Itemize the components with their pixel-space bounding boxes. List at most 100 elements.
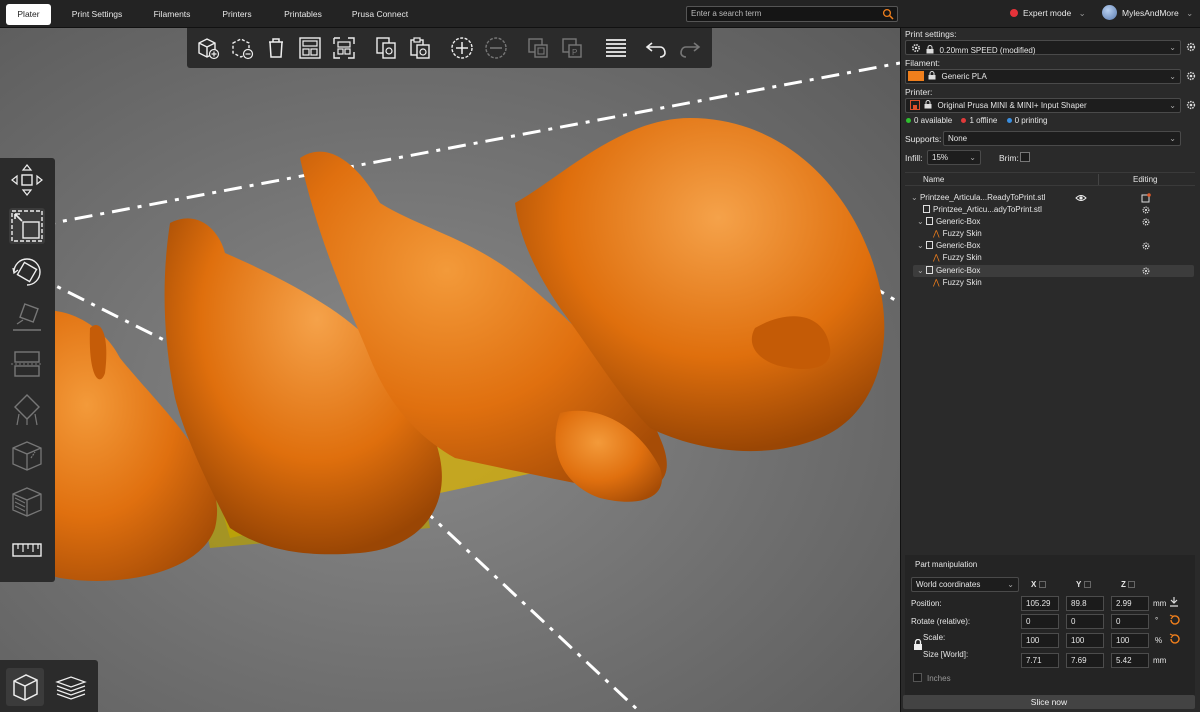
modifier-label: Generic-Box xyxy=(935,241,981,250)
redo-icon[interactable] xyxy=(677,35,703,61)
rotate-label: Rotate (relative): xyxy=(911,617,971,626)
supports-value: None xyxy=(948,134,968,143)
scene-canvas[interactable] xyxy=(0,28,900,712)
drop-to-bed-icon[interactable] xyxy=(1169,596,1179,607)
chevron-down-icon: ⌄ xyxy=(917,266,924,275)
paste-icon[interactable] xyxy=(407,35,433,61)
mode-selector[interactable]: Expert mode ⌄ xyxy=(1010,8,1086,19)
gear-icon[interactable] xyxy=(1141,205,1151,215)
copy-icon[interactable] xyxy=(373,35,399,61)
scale-icon[interactable] xyxy=(9,208,45,244)
slice-now-button[interactable]: Slice now xyxy=(903,695,1195,709)
supports-paint-icon[interactable] xyxy=(9,392,45,428)
setting-label: Fuzzy Skin xyxy=(942,229,982,238)
filament-gear-icon[interactable] xyxy=(1185,70,1197,82)
eye-icon[interactable] xyxy=(1075,194,1087,202)
part-manipulation-panel: Part manipulation World coordinates ⌄ X … xyxy=(905,555,1195,705)
rotate-y-field[interactable]: 0 xyxy=(1066,614,1104,629)
print-settings-gear-icon[interactable] xyxy=(1185,41,1197,53)
rotate-x-field[interactable]: 0 xyxy=(1021,614,1059,629)
move-icon[interactable] xyxy=(9,162,45,198)
arrange-selection-icon[interactable] xyxy=(331,35,357,61)
coordinates-combo[interactable]: World coordinates ⌄ xyxy=(911,577,1019,592)
chevron-down-icon: ⌄ xyxy=(1169,134,1176,143)
tab-plater[interactable]: Plater xyxy=(6,4,51,25)
list-item-part[interactable]: Printzee_Articu...adyToPrint.stl xyxy=(923,204,1042,216)
edit-icon[interactable] xyxy=(1141,193,1151,203)
lock-icon[interactable] xyxy=(913,639,923,651)
search-input[interactable]: Enter a search term xyxy=(686,6,898,22)
3d-view-icon[interactable] xyxy=(6,668,44,706)
rotate-icon[interactable] xyxy=(9,254,45,290)
tab-filaments[interactable]: Filaments xyxy=(146,4,198,25)
filament-combo[interactable]: Generic PLA ⌄ xyxy=(905,69,1181,84)
infill-combo[interactable]: 15% ⌄ xyxy=(927,150,981,165)
preview-layers-icon[interactable] xyxy=(52,668,90,706)
modifier-label: Generic-Box xyxy=(935,266,981,275)
tab-printers[interactable]: Printers xyxy=(214,4,260,25)
user-menu[interactable]: MylesAndMore ⌄ xyxy=(1102,5,1193,20)
list-item-modifier[interactable]: ⌄ Generic-Box xyxy=(917,216,980,228)
place-on-face-icon[interactable] xyxy=(9,300,45,336)
inches-checkbox[interactable] xyxy=(913,673,922,682)
delete-all-icon[interactable] xyxy=(229,35,255,61)
editing-column-header: Editing xyxy=(1133,175,1158,184)
printer-gear-icon[interactable] xyxy=(1185,99,1197,111)
size-x-field[interactable]: 7.71 xyxy=(1021,653,1059,668)
lock-icon xyxy=(926,45,934,54)
delete-icon[interactable] xyxy=(263,35,289,61)
arrange-icon[interactable] xyxy=(297,35,323,61)
inches-label: Inches xyxy=(927,674,951,683)
scale-label: Scale: xyxy=(923,633,946,642)
seam-paint-icon[interactable] xyxy=(9,438,45,474)
position-z-field[interactable]: 2.99 xyxy=(1111,596,1149,611)
mmu-paint-icon[interactable] xyxy=(9,484,45,520)
3d-viewport[interactable]: P xyxy=(0,28,900,712)
status-printing: 0 printing xyxy=(1014,116,1048,125)
user-name: MylesAndMore xyxy=(1122,8,1179,18)
printer-value: Original Prusa MINI & MINI+ Input Shaper xyxy=(937,101,1087,110)
print-settings-combo[interactable]: 0.20mm SPEED (modified) ⌄ xyxy=(905,40,1181,55)
undo-icon[interactable] xyxy=(643,35,669,61)
layers-editing-icon[interactable] xyxy=(603,35,629,61)
list-item-setting[interactable]: ⋀ Fuzzy Skin xyxy=(933,228,982,240)
list-item-setting[interactable]: ⋀ Fuzzy Skin xyxy=(933,277,982,289)
list-item-setting[interactable]: ⋀ Fuzzy Skin xyxy=(933,252,982,264)
gear-icon[interactable] xyxy=(1141,217,1151,227)
supports-combo[interactable]: None ⌄ xyxy=(943,131,1181,146)
available-dot-icon xyxy=(906,118,911,123)
gear-icon[interactable] xyxy=(1141,266,1151,276)
scale-y-field[interactable]: 100 xyxy=(1066,633,1104,648)
size-z-field[interactable]: 5.42 xyxy=(1111,653,1149,668)
split-parts-icon[interactable]: P xyxy=(559,35,585,61)
add-instance-icon[interactable] xyxy=(449,35,475,61)
scale-x-field[interactable]: 100 xyxy=(1021,633,1059,648)
list-item-modifier[interactable]: ⌄ Generic-Box xyxy=(917,240,980,252)
chevron-down-icon: ⌄ xyxy=(1078,8,1086,18)
measure-icon[interactable] xyxy=(9,532,45,568)
tab-printables[interactable]: Printables xyxy=(276,4,330,25)
reset-scale-icon[interactable] xyxy=(1169,633,1180,644)
modifier-label: Generic-Box xyxy=(935,217,981,226)
brim-checkbox[interactable] xyxy=(1020,152,1030,162)
3d-model[interactable] xyxy=(0,118,885,581)
size-y-field[interactable]: 7.69 xyxy=(1066,653,1104,668)
search-icon[interactable] xyxy=(882,8,894,20)
split-objects-icon[interactable] xyxy=(525,35,551,61)
reset-rotation-icon[interactable] xyxy=(1169,614,1180,625)
position-x-field[interactable]: 105.29 xyxy=(1021,596,1059,611)
rotate-z-field[interactable]: 0 xyxy=(1111,614,1149,629)
cut-icon[interactable] xyxy=(9,346,45,382)
printer-combo[interactable]: Original Prusa MINI & MINI+ Input Shaper… xyxy=(905,98,1181,113)
position-y-field[interactable]: 89.8 xyxy=(1066,596,1104,611)
add-icon[interactable] xyxy=(195,35,221,61)
tab-prusa-connect[interactable]: Prusa Connect xyxy=(345,4,415,25)
gear-icon[interactable] xyxy=(1141,241,1151,251)
lock-icon xyxy=(928,71,936,80)
list-item-object[interactable]: ⌄ Printzee_Articula...ReadyToPrint.stl xyxy=(911,192,1045,204)
filament-color-swatch xyxy=(908,71,924,81)
list-item-modifier-selected[interactable]: ⌄ Generic-Box xyxy=(917,265,980,277)
remove-instance-icon[interactable] xyxy=(483,35,509,61)
tab-print-settings[interactable]: Print Settings xyxy=(64,4,130,25)
scale-z-field[interactable]: 100 xyxy=(1111,633,1149,648)
